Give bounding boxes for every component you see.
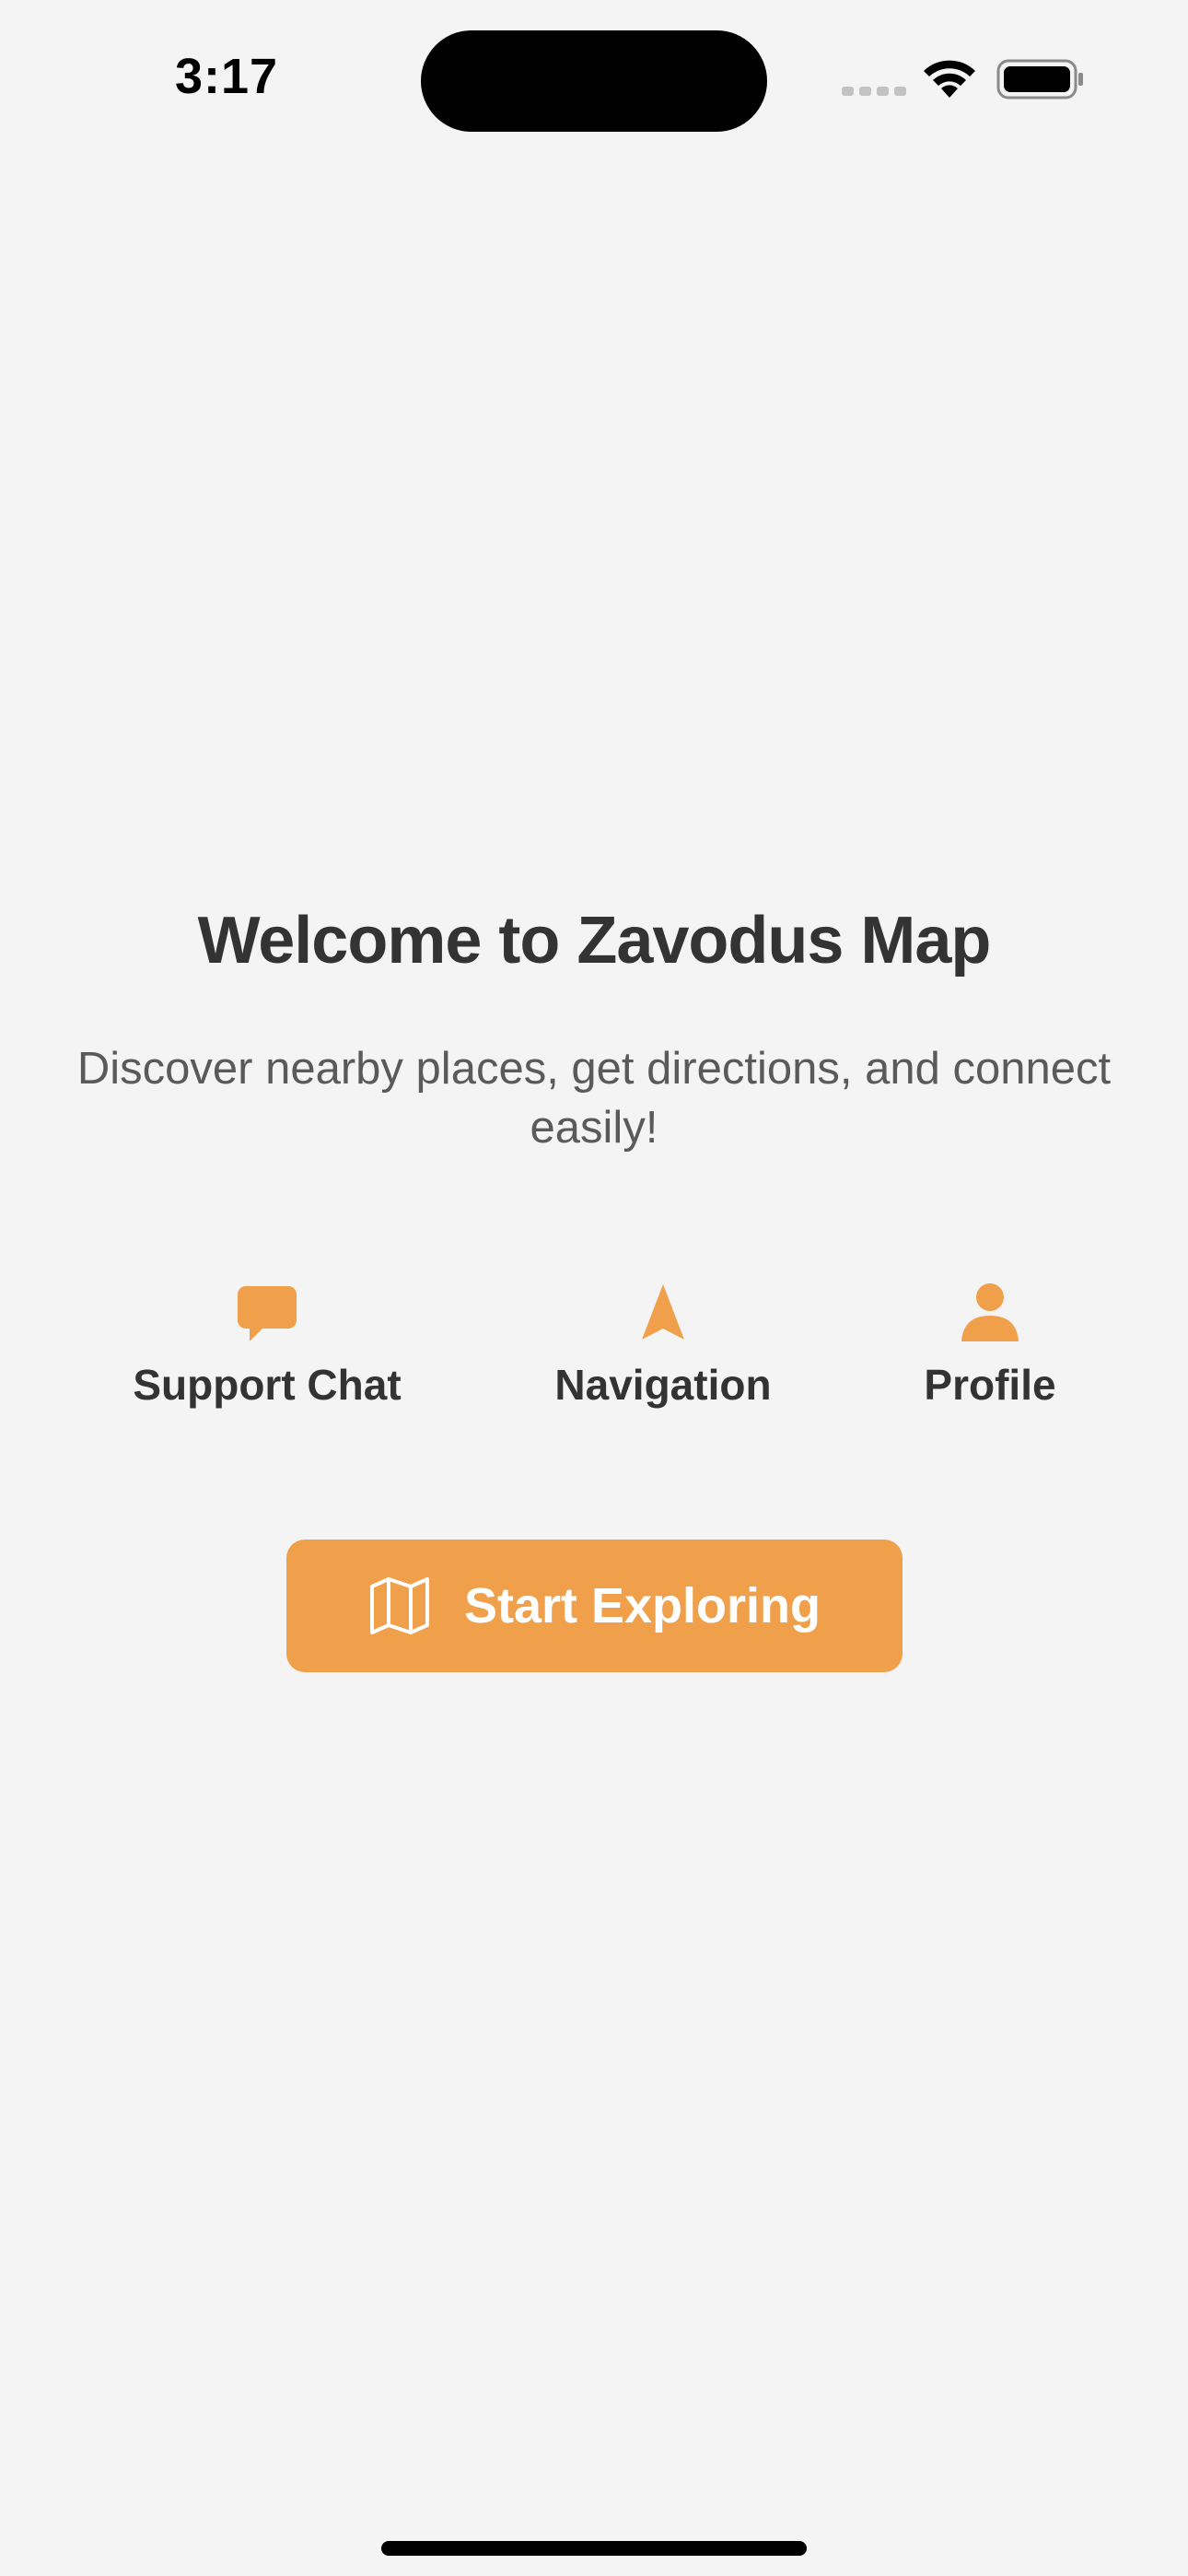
feature-navigation[interactable]: Navigation	[534, 1281, 792, 1410]
feature-label: Profile	[924, 1361, 1056, 1409]
welcome-screen: 3:17 Welcome to Zavodus Map Discover nea…	[0, 0, 1188, 2576]
navigation-arrow-icon	[642, 1284, 684, 1340]
start-exploring-button[interactable]: Start Exploring	[286, 1540, 903, 1672]
page-subtitle: Discover nearby places, get directions, …	[76, 1044, 1112, 1153]
feature-support-chat[interactable]: Support Chat	[129, 1281, 405, 1410]
start-exploring-label: Start Exploring	[463, 1578, 821, 1633]
chat-bubble-icon	[238, 1286, 297, 1341]
person-icon	[961, 1283, 1019, 1341]
status-time: 3:17	[175, 49, 279, 104]
dynamic-island	[421, 30, 767, 132]
feature-label: Support Chat	[133, 1361, 402, 1409]
signal-icon	[842, 87, 906, 96]
feature-profile[interactable]: Profile	[893, 1281, 1087, 1410]
page-title: Welcome to Zavodus Map	[197, 904, 992, 978]
battery-icon	[996, 59, 1083, 100]
wifi-icon	[924, 60, 975, 98]
home-indicator[interactable]	[381, 2541, 807, 2556]
map-icon	[369, 1577, 429, 1634]
feature-label: Navigation	[554, 1361, 772, 1409]
